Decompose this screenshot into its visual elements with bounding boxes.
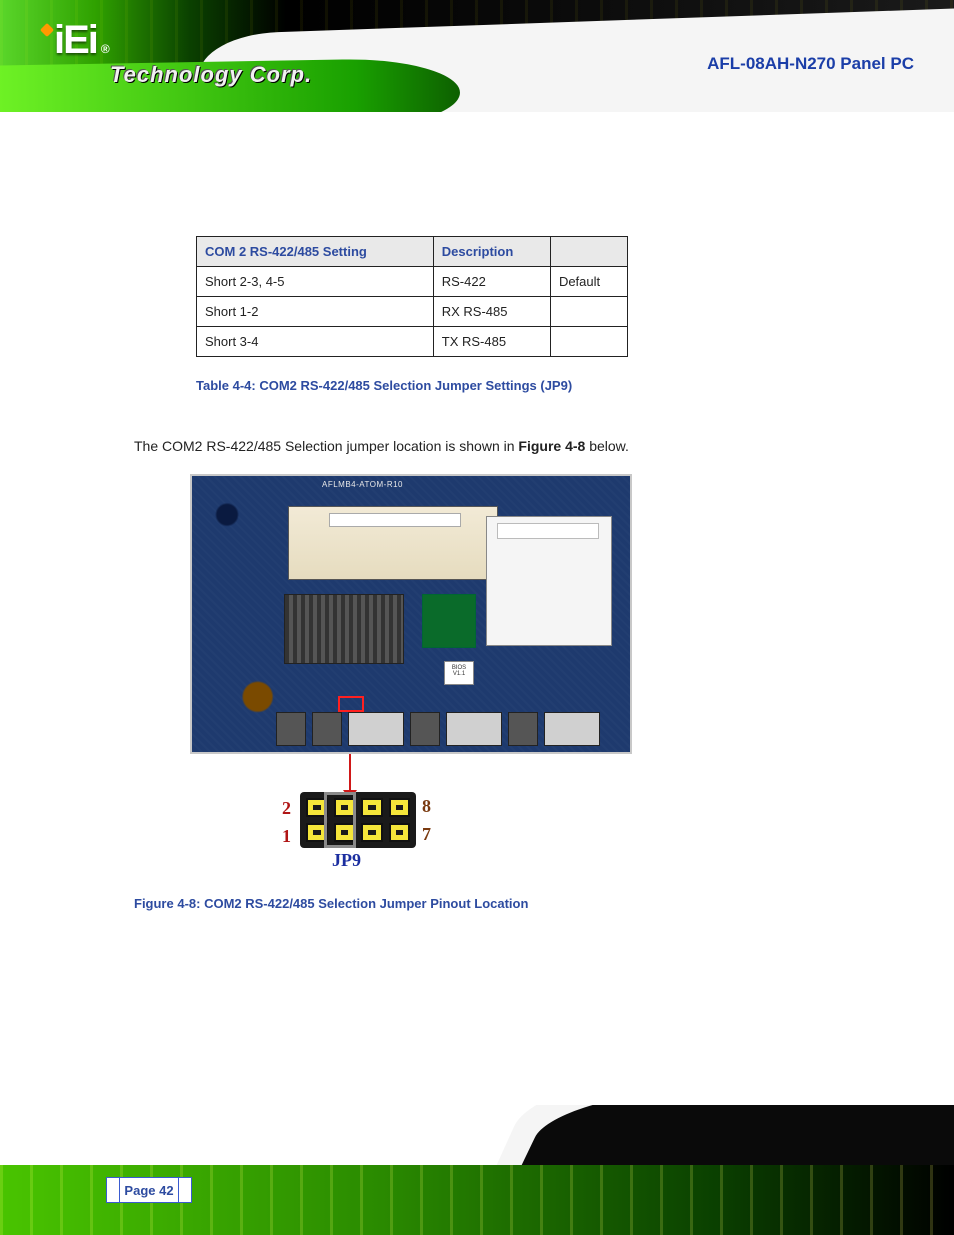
registered-mark: ® [101,42,110,56]
jp9-connector-diagram [300,792,416,848]
logo-dot-icon [40,23,54,37]
connector-icon [276,712,306,746]
bios-label-sticker: BIOS V1.1 [444,661,474,685]
pin-icon [361,798,383,817]
location-text-prefix: The COM2 RS-422/485 Selection jumper loc… [134,438,518,454]
pin-icon [306,823,328,842]
th-default [550,237,627,267]
table-header-row: COM 2 RS-422/485 Setting Description [197,237,628,267]
ram-module [288,506,498,580]
connector-icon [446,712,502,746]
page-header: iEi ® Technology Corp. AFL-08AH-N270 Pan… [0,0,954,112]
product-title: AFL-08AH-N270 Panel PC [707,54,914,74]
jumper-settings-table: COM 2 RS-422/485 Setting Description Sho… [196,236,628,357]
pin-label-8: 8 [422,796,431,817]
connector-icon [348,712,404,746]
brand-logo: iEi ® [40,18,110,63]
callout-line [349,754,351,792]
pin-label-1: 1 [282,826,291,847]
th-setting: COM 2 RS-422/485 Setting [197,237,434,267]
pin-icon [334,823,356,842]
rear-connectors [276,712,600,746]
table-caption: Table 4-4: COM2 RS-422/485 Selection Jum… [196,378,572,393]
th-description: Description [433,237,550,267]
pin-icon [389,823,411,842]
connector-icon [544,712,600,746]
connector-icon [410,712,440,746]
pin-icon [389,798,411,817]
page-number: Page 42 [106,1177,192,1203]
location-figure-ref: Figure 4-8 [518,438,585,454]
pin-icon [306,798,328,817]
chip-icon [422,594,476,648]
pin-label-7: 7 [422,824,431,845]
jp9-label: JP9 [332,850,361,871]
connector-icon [508,712,538,746]
figure-caption: Figure 4-8: COM2 RS-422/485 Selection Ju… [134,896,528,911]
table-row: Short 3-4 TX RS-485 [197,327,628,357]
location-text-suffix: below. [585,438,629,454]
table-row: Short 1-2 RX RS-485 [197,297,628,327]
pin-icon [361,823,383,842]
table-row: Short 2-3, 4-5 RS-422 Default [197,267,628,297]
motherboard-photo: AFLMB4-ATOM-R10 BIOS V1.1 [190,474,632,754]
connector-icon [312,712,342,746]
pin-label-2: 2 [282,798,291,819]
logo-wordmark: iEi [40,18,97,63]
board-silk-label: AFLMB4-ATOM-R10 [322,480,403,489]
jp9-highlight-box [340,698,362,710]
location-sentence: The COM2 RS-422/485 Selection jumper loc… [134,438,629,454]
logo-tagline: Technology Corp. [110,62,312,88]
board-figure: AFLMB4-ATOM-R10 BIOS V1.1 [190,474,632,864]
page-footer: Page 42 [0,1105,954,1235]
mini-pcie-card [486,516,612,646]
heatsink [284,594,404,664]
pin-icon [334,798,356,817]
